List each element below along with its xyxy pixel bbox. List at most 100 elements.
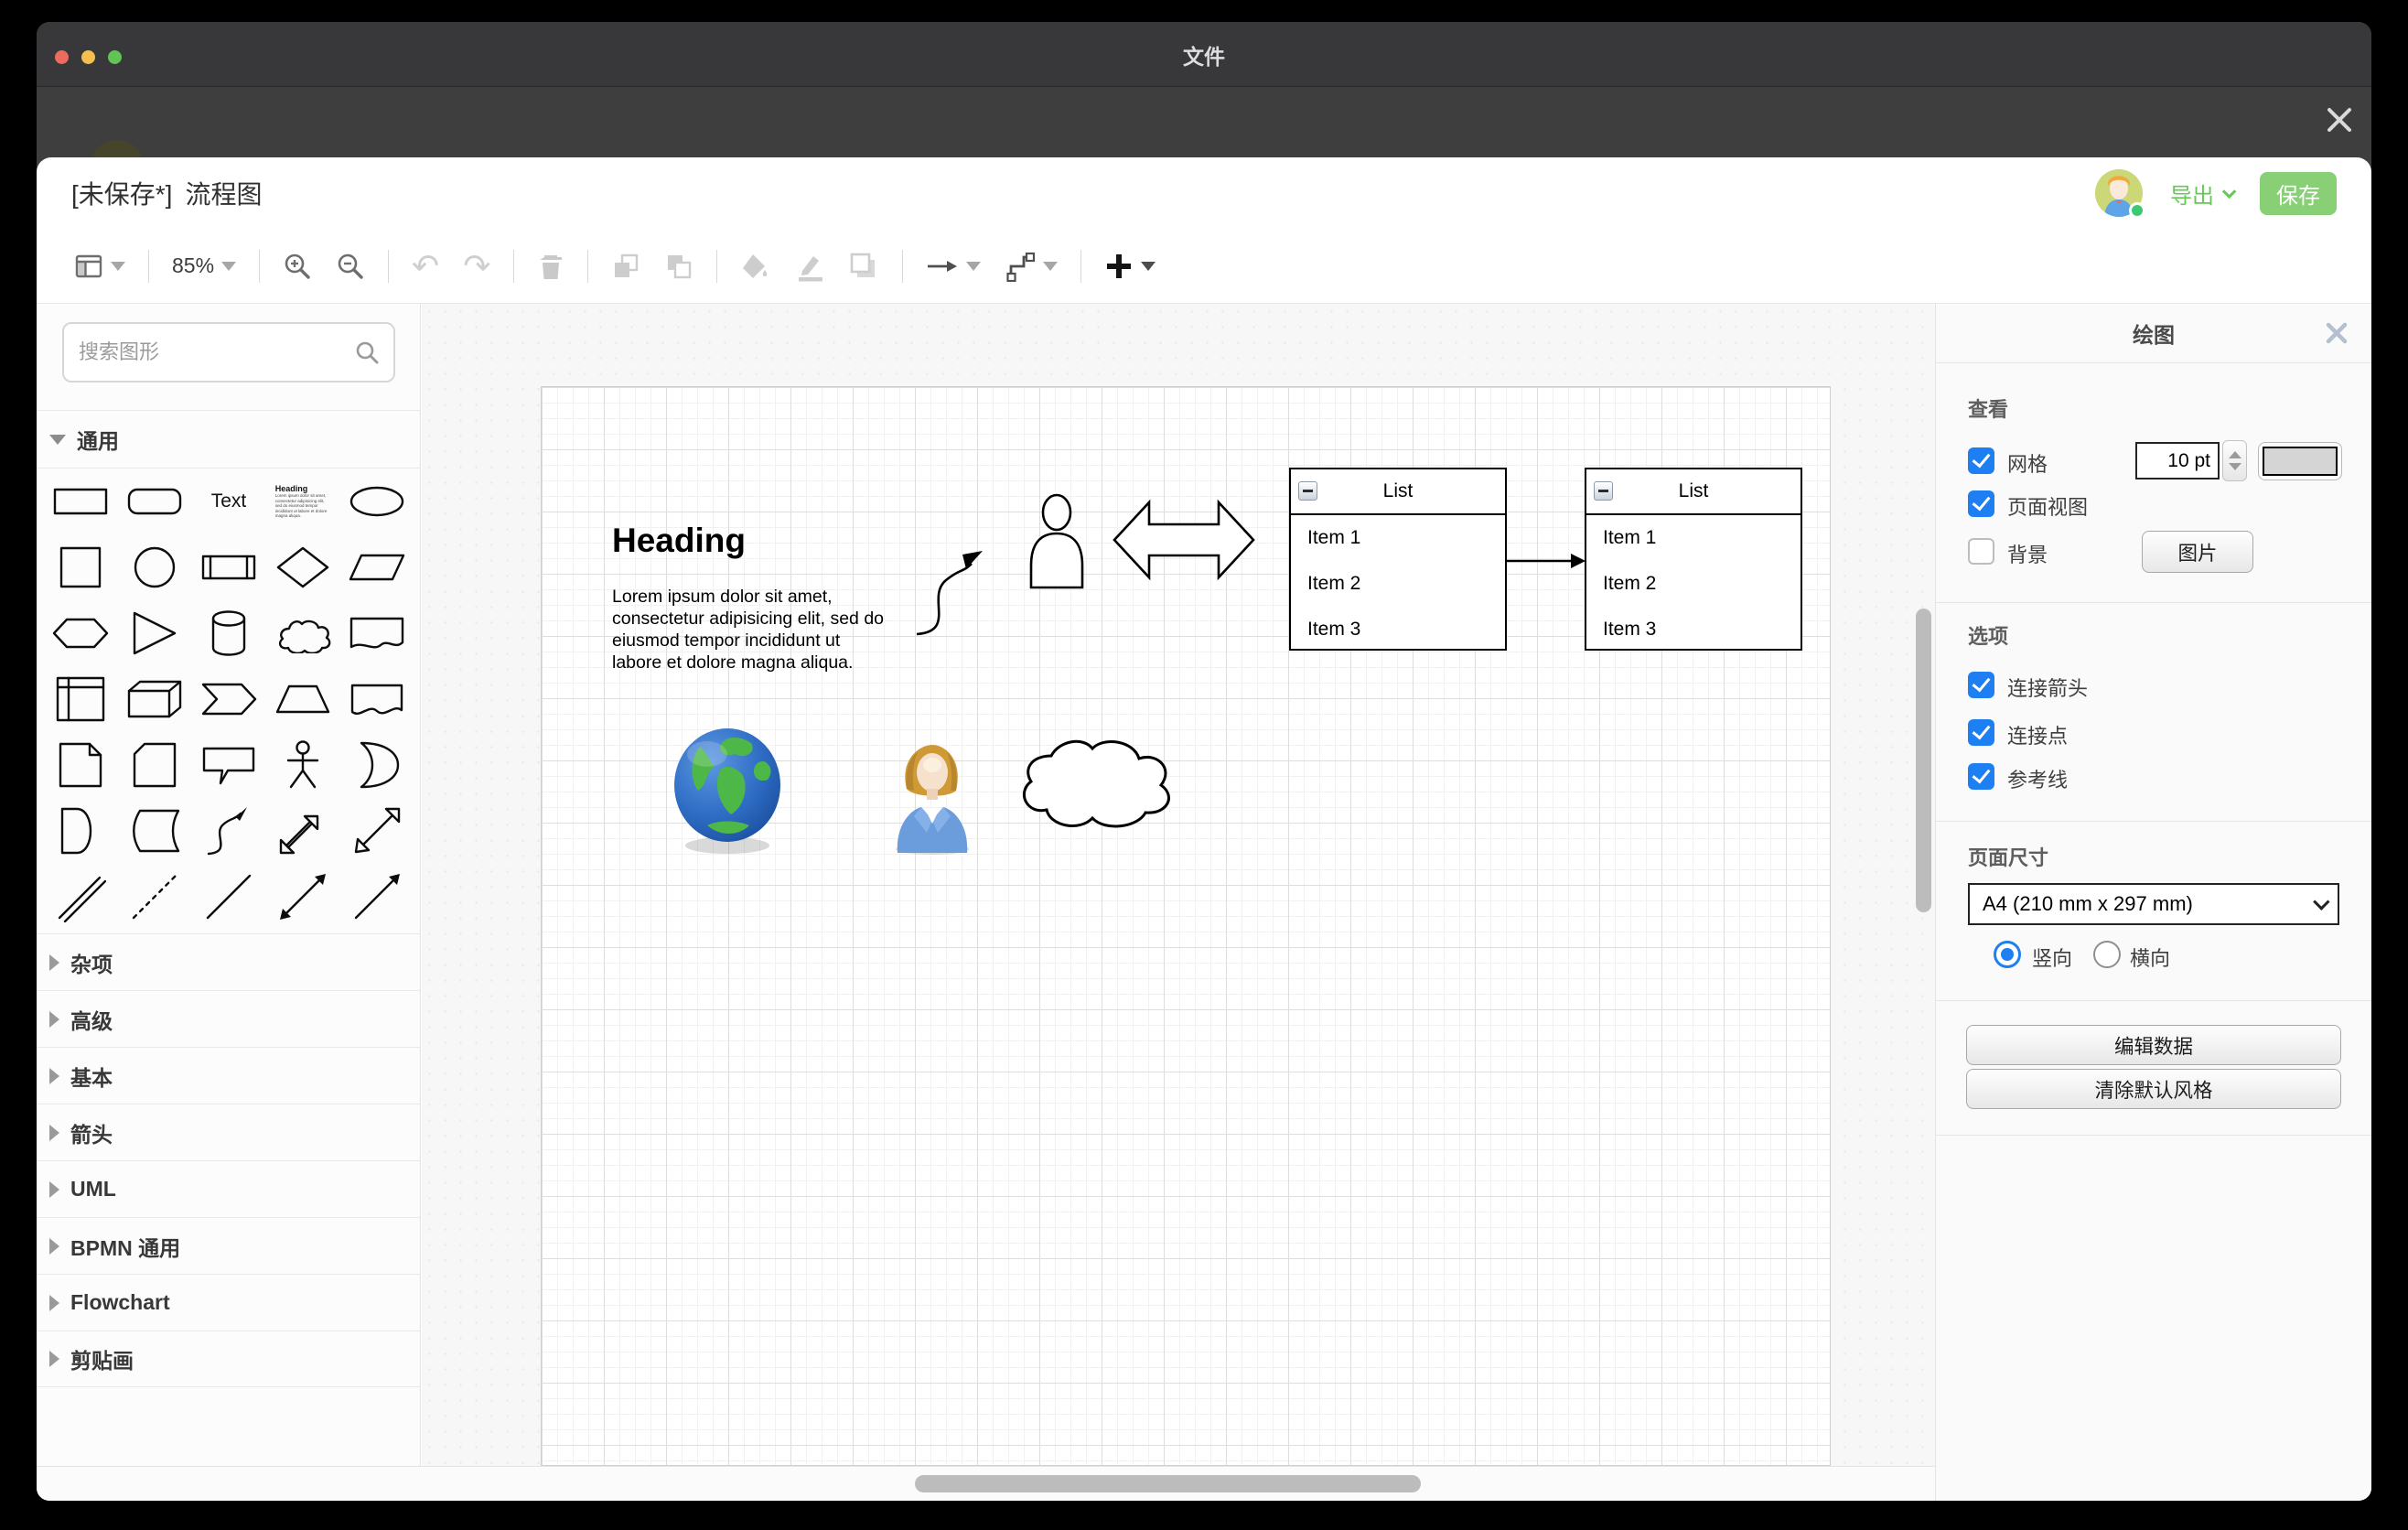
zoom-in-button[interactable] <box>271 243 324 289</box>
shape-bidirectional-connector[interactable] <box>277 871 328 922</box>
to-front-button[interactable] <box>599 243 652 289</box>
list-shape[interactable]: List Item 1 Item 2 Item 3 <box>1585 468 1802 651</box>
sidebar-section-general[interactable]: 通用 <box>37 410 420 469</box>
edit-data-button[interactable]: 编辑数据 <box>1966 1025 2341 1065</box>
connection-points-checkbox[interactable] <box>1968 719 1994 746</box>
sidebar-section-misc[interactable]: 杂项 <box>37 933 420 990</box>
canvas-paragraph-text[interactable]: Lorem ipsum dolor sit amet, consectetur … <box>612 586 887 673</box>
shape-internal-storage[interactable] <box>55 675 106 723</box>
sidebar-section-basic[interactable]: 基本 <box>37 1047 420 1104</box>
zoom-level-dropdown[interactable]: 85% <box>160 243 248 289</box>
shape-ellipse[interactable] <box>348 479 406 523</box>
canvas-woman-clipart[interactable] <box>887 738 978 855</box>
shape-trapezoid[interactable] <box>274 679 332 719</box>
list-item[interactable]: Item 2 <box>1291 561 1505 607</box>
landscape-radio[interactable] <box>2093 941 2121 968</box>
delete-button[interactable] <box>525 243 576 289</box>
page-view-checkbox[interactable] <box>1968 490 1994 517</box>
sidebar-section-clipart[interactable]: 剪贴画 <box>37 1331 420 1387</box>
fill-color-button[interactable] <box>728 243 783 289</box>
shadow-button[interactable] <box>836 243 891 289</box>
grid-checkbox[interactable] <box>1968 447 1994 474</box>
shape-step[interactable] <box>199 679 258 719</box>
grid-size-input[interactable] <box>2135 442 2220 479</box>
shape-or[interactable] <box>352 739 402 791</box>
shape-bidirectional-arrow[interactable] <box>276 804 329 857</box>
shape-tape[interactable] <box>349 678 405 720</box>
sidebar-section-arrows[interactable]: 箭头 <box>37 1104 420 1160</box>
shape-arrow[interactable] <box>350 804 403 857</box>
sidebar-section-uml[interactable]: UML <box>37 1160 420 1217</box>
to-back-button[interactable] <box>652 243 705 289</box>
list-item[interactable]: Item 3 <box>1586 607 1801 652</box>
shape-triangle[interactable] <box>129 609 180 657</box>
horizontal-scrollbar[interactable] <box>915 1475 1421 1492</box>
canvas-heading-text[interactable]: Heading <box>612 522 746 560</box>
shape-card[interactable] <box>131 740 178 790</box>
shape-cylinder[interactable] <box>207 609 251 658</box>
grid-size-stepper[interactable] <box>2222 440 2247 481</box>
canvas-actor-shape[interactable] <box>1024 492 1090 589</box>
undo-button[interactable]: ↶ <box>400 243 451 289</box>
save-button[interactable]: 保存 <box>2260 172 2337 215</box>
shape-textbox[interactable]: Heading Lorem ipsum dolor sit amet, cons… <box>275 484 330 519</box>
list-item[interactable]: Item 3 <box>1291 607 1505 652</box>
waypoint-style-button[interactable] <box>993 243 1070 289</box>
collapse-icon[interactable] <box>1298 481 1317 501</box>
zoom-out-button[interactable] <box>324 243 377 289</box>
shape-cloud[interactable] <box>274 613 331 653</box>
shape-text[interactable]: Text <box>211 490 247 512</box>
avatar[interactable] <box>2095 169 2143 217</box>
close-icon[interactable] <box>2324 104 2355 135</box>
canvas-globe-clipart[interactable] <box>669 727 786 855</box>
canvas-cloud-shape[interactable] <box>1008 716 1182 842</box>
canvas-curve-arrow[interactable] <box>911 540 995 642</box>
background-checkbox[interactable] <box>1968 538 1994 565</box>
portrait-radio[interactable] <box>1994 941 2021 968</box>
shape-rectangle[interactable] <box>51 479 110 523</box>
shape-rounded-rectangle[interactable] <box>125 479 184 523</box>
search-input[interactable] <box>79 340 355 364</box>
shape-directional-connector[interactable] <box>351 871 403 922</box>
shape-dashed-line[interactable] <box>129 871 180 922</box>
sidebar-section-bpmn[interactable]: BPMN 通用 <box>37 1217 420 1274</box>
page-view-button[interactable] <box>62 243 137 289</box>
connection-style-button[interactable] <box>914 243 993 289</box>
shape-curve[interactable] <box>203 804 254 857</box>
drawing-canvas[interactable]: Heading Lorem ipsum dolor sit amet, cons… <box>422 304 1935 1466</box>
sidebar-section-advanced[interactable]: 高级 <box>37 990 420 1047</box>
export-button[interactable]: 导出 <box>2170 178 2232 210</box>
close-icon[interactable] <box>2322 318 2351 348</box>
guides-checkbox[interactable] <box>1968 763 1994 790</box>
canvas-double-arrow-shape[interactable] <box>1110 490 1258 592</box>
grid-color-swatch[interactable] <box>2258 442 2342 480</box>
line-color-button[interactable] <box>783 243 836 289</box>
shape-link[interactable] <box>55 871 106 922</box>
shape-hexagon[interactable] <box>51 611 110 655</box>
shape-data-storage[interactable] <box>127 807 182 855</box>
shape-line[interactable] <box>203 871 254 922</box>
redo-button[interactable]: ↷ <box>451 243 502 289</box>
connection-arrows-checkbox[interactable] <box>1968 672 1994 698</box>
shape-actor[interactable] <box>285 739 321 791</box>
shape-circle[interactable] <box>133 545 177 589</box>
list-item[interactable]: Item 1 <box>1586 515 1801 561</box>
clear-default-style-button[interactable]: 清除默认风格 <box>1966 1069 2341 1109</box>
shape-diamond[interactable] <box>275 545 330 589</box>
page-size-select[interactable]: A4 (210 mm x 297 mm) <box>1968 883 2339 925</box>
shape-parallelogram[interactable] <box>348 545 406 589</box>
list-shape[interactable]: List Item 1 Item 2 Item 3 <box>1289 468 1507 651</box>
shape-cube[interactable] <box>126 678 183 720</box>
list-item[interactable]: Item 2 <box>1586 561 1801 607</box>
insert-button[interactable] <box>1092 243 1167 289</box>
background-image-button[interactable]: 图片 <box>2142 531 2253 573</box>
shape-process[interactable] <box>199 545 258 589</box>
list-item[interactable]: Item 1 <box>1291 515 1505 561</box>
shape-callout[interactable] <box>200 743 257 787</box>
collapse-icon[interactable] <box>1594 481 1613 501</box>
shape-and[interactable] <box>57 805 104 857</box>
canvas-connector-arrow[interactable] <box>1507 549 1587 573</box>
sidebar-section-flowchart[interactable]: Flowchart <box>37 1274 420 1331</box>
shape-note[interactable] <box>57 740 104 790</box>
shape-square[interactable] <box>59 545 102 589</box>
